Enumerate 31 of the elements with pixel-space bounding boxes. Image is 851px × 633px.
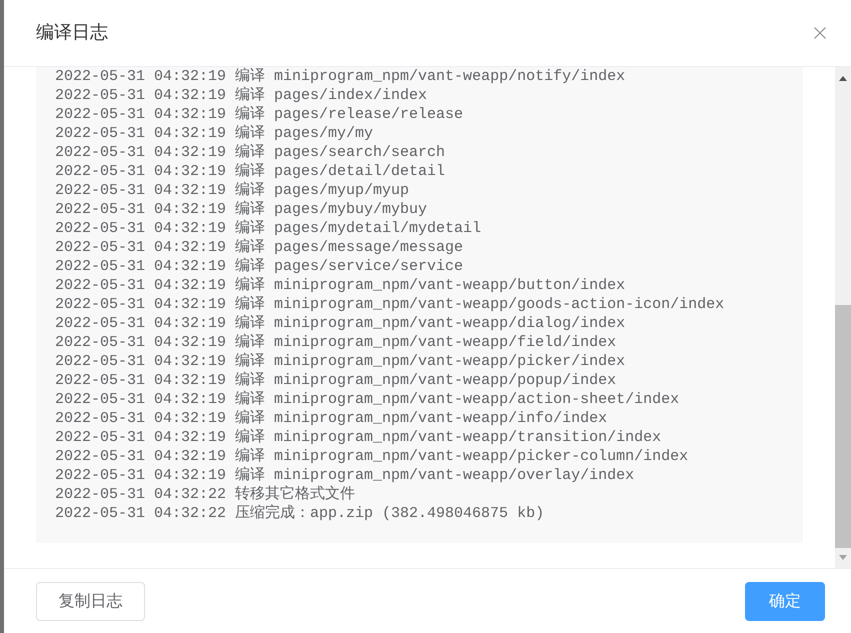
log-line: 2022-05-31 04:32:19 编译 pages/service/service xyxy=(55,257,464,276)
log-line: 2022-05-31 04:32:19 编译 pages/my/my xyxy=(55,124,374,143)
log-line: 2022-05-31 04:32:19 编译 miniprogram_npm/vant-weapp/action-sheet/index xyxy=(55,390,680,409)
scrollbar-track[interactable] xyxy=(835,67,851,568)
log-line: 2022-05-31 04:32:19 编译 pages/search/search xyxy=(55,143,446,162)
up-arrow-icon[interactable] xyxy=(839,76,847,81)
log-line: 2022-05-31 04:32:19 编译 pages/myup/myup xyxy=(55,181,410,200)
dialog-title: 编译日志 xyxy=(36,21,108,45)
close-icon[interactable] xyxy=(814,27,826,39)
log-line: 2022-05-31 04:32:19 编译 pages/detail/detail xyxy=(55,162,446,181)
log-line: 2022-05-31 04:32:19 编译 miniprogram_npm/vant-weapp/picker/index xyxy=(55,352,626,371)
log-line: 2022-05-31 04:32:19 编译 pages/mydetail/mydetail xyxy=(55,219,482,238)
log-line: 2022-05-31 04:32:19 编译 miniprogram_npm/vant-weapp/overlay/index xyxy=(55,466,634,485)
log-line: 2022-05-31 04:32:19 编译 miniprogram_npm/vant-weapp/picker-column/index xyxy=(55,447,688,466)
log-line: 2022-05-31 04:32:19 编译 miniprogram_npm/vant-weapp/popup/index xyxy=(55,371,616,390)
log-line: 2022-05-31 04:32:22 压缩完成：app.zip (382.498046875 kb) xyxy=(55,504,544,523)
log-line: 2022-05-31 04:32:19 编译 pages/message/message xyxy=(55,238,464,257)
down-arrow-icon[interactable] xyxy=(839,555,847,560)
log-line: 2022-05-31 04:32:19 编译 miniprogram_npm/vant-weapp/info/index xyxy=(55,409,608,428)
scrollbar-thumb[interactable] xyxy=(835,305,851,548)
log-line: 2022-05-31 04:32:19 编译 miniprogram_npm/vant-weapp/notify/index xyxy=(55,67,626,86)
log-line: 2022-05-31 04:32:19 编译 miniprogram_npm/vant-weapp/transition/index xyxy=(55,428,662,447)
copy-log-button[interactable]: 复制日志 xyxy=(36,582,145,620)
log-line: 2022-05-31 04:32:19 编译 miniprogram_npm/vant-weapp/goods-action-icon/index xyxy=(55,295,724,314)
log-line: 2022-05-31 04:32:22 转移其它格式文件 xyxy=(55,485,356,504)
log-line: 2022-05-31 04:32:19 编译 pages/release/release xyxy=(55,105,464,124)
log-line: 2022-05-31 04:32:19 编译 pages/mybuy/mybuy xyxy=(55,200,428,219)
log-line: 2022-05-31 04:32:19 编译 miniprogram_npm/vant-weapp/dialog/index xyxy=(55,314,626,333)
log-line: 2022-05-31 04:32:19 编译 miniprogram_npm/vant-weapp/button/index xyxy=(55,276,626,295)
log-line: 2022-05-31 04:32:19 编译 miniprogram_npm/vant-weapp/field/index xyxy=(55,333,616,352)
log-line: 2022-05-31 04:32:19 编译 pages/index/index xyxy=(55,86,428,105)
